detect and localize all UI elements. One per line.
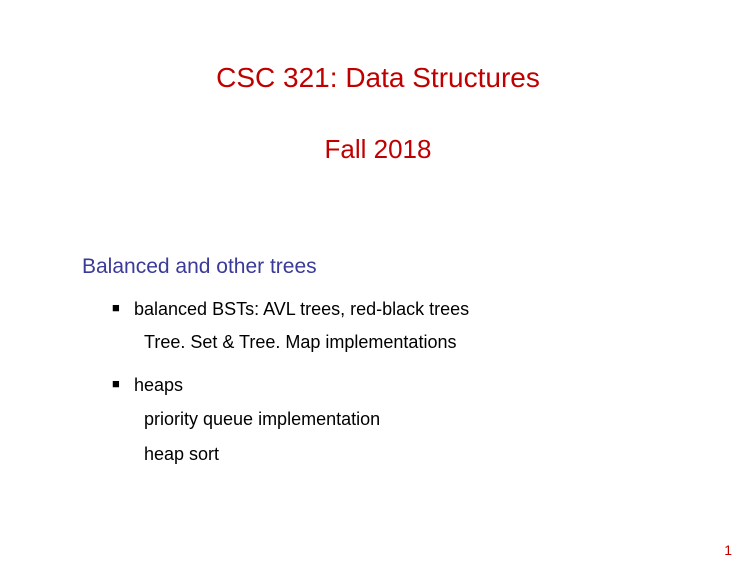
slide-subtitle: Fall 2018 <box>0 134 756 165</box>
bullet-text: heaps <box>134 373 183 398</box>
bullet-marker-icon: ■ <box>112 300 124 315</box>
bullet-list: ■ balanced BSTs: AVL trees, red-black tr… <box>112 297 756 467</box>
page-number: 1 <box>724 542 732 558</box>
bullet-subline: priority queue implementation <box>144 407 756 432</box>
bullet-text: balanced BSTs: AVL trees, red-black tree… <box>134 297 469 322</box>
bullet-subline: Tree. Set & Tree. Map implementations <box>144 330 756 355</box>
bullet-item: ■ heaps <box>112 373 756 398</box>
bullet-subline: heap sort <box>144 442 756 467</box>
slide-title: CSC 321: Data Structures <box>0 62 756 94</box>
bullet-item: ■ balanced BSTs: AVL trees, red-black tr… <box>112 297 756 322</box>
section-heading: Balanced and other trees <box>82 255 756 279</box>
bullet-marker-icon: ■ <box>112 376 124 391</box>
slide: CSC 321: Data Structures Fall 2018 Balan… <box>0 0 756 576</box>
